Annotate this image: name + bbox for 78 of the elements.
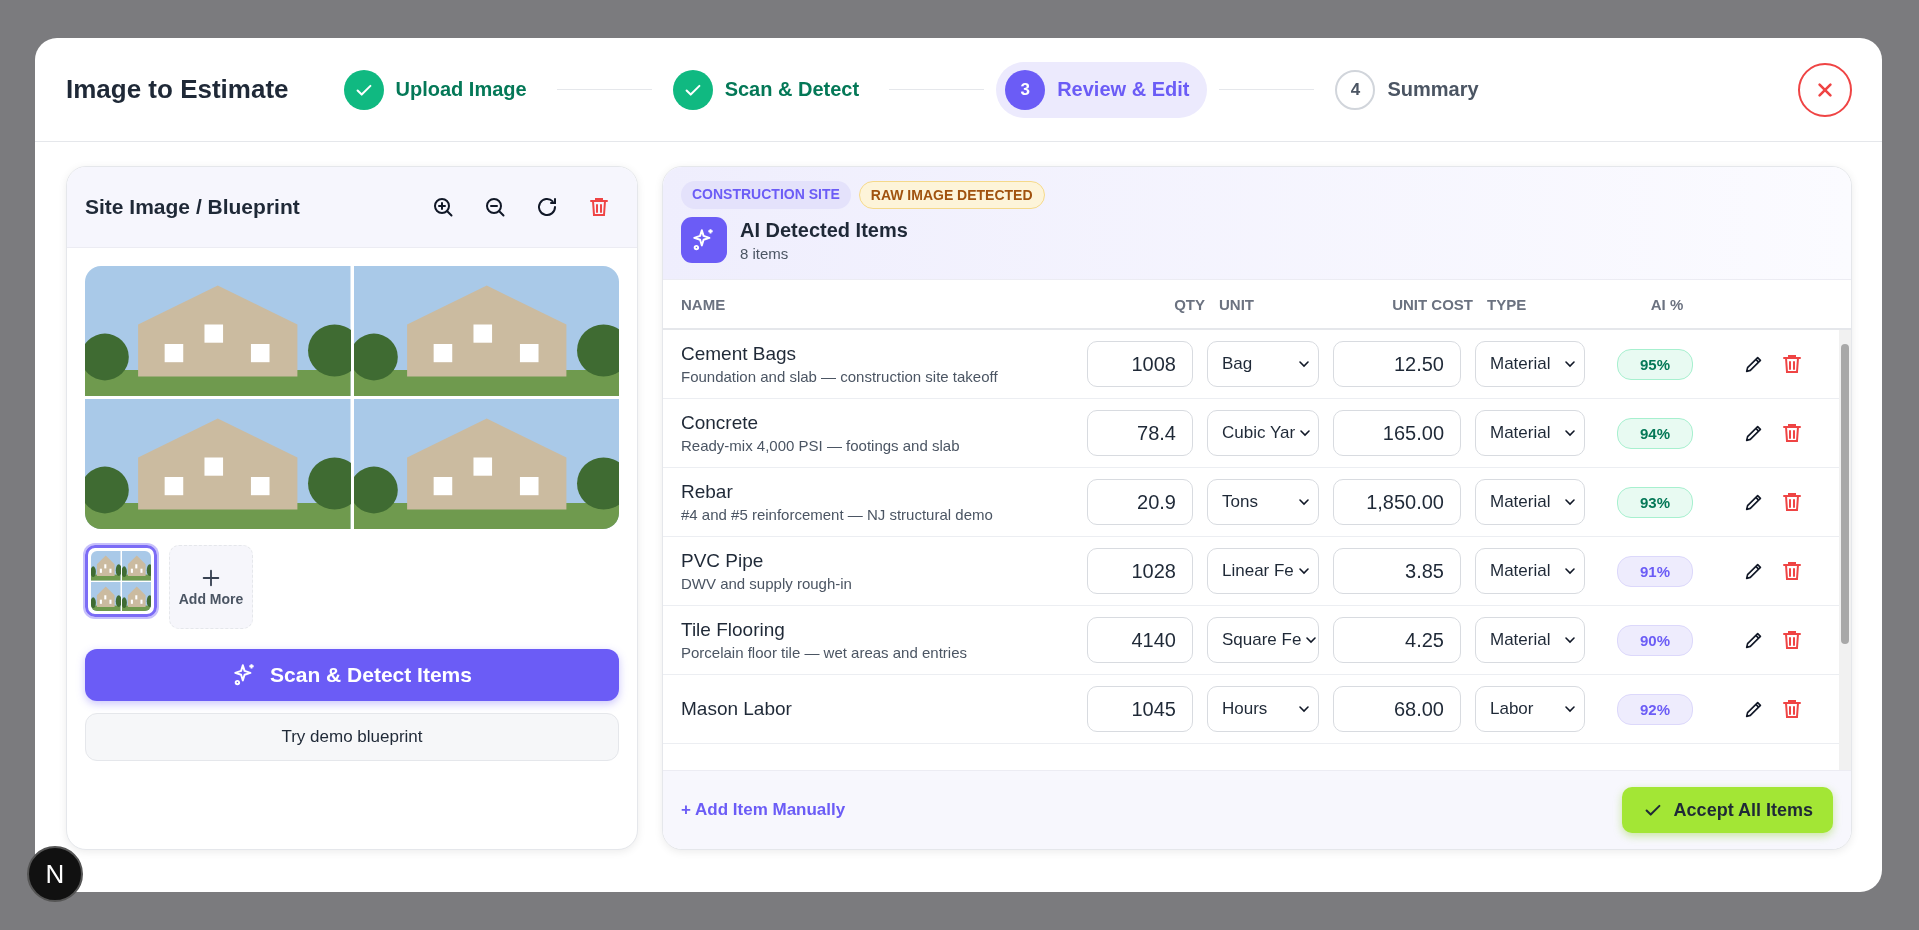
close-icon[interactable] — [1798, 62, 1852, 117]
item-description: #4 and #5 reinforcement — NJ structural demo — [681, 506, 994, 523]
delete-icon[interactable] — [1780, 421, 1804, 445]
step-tab[interactable]: 3 Review & Edit — [996, 61, 1208, 118]
item-name: Concrete — [681, 412, 760, 434]
qty-field[interactable]: 4140 — [1087, 617, 1193, 663]
unit-cost-field[interactable]: 68.00 — [1333, 686, 1461, 732]
qty-field[interactable]: 1008 — [1087, 341, 1193, 387]
panel-title: AI Detected Items — [740, 218, 908, 242]
add-more-button[interactable]: Add More — [169, 545, 253, 629]
unit-dropdown[interactable]: Square Fe — [1207, 617, 1319, 663]
panel-title: Site Image / Blueprint — [85, 195, 300, 219]
unit-cost-field[interactable]: 12.50 — [1333, 341, 1461, 387]
column-header: QTY — [1173, 295, 1205, 313]
item-name: Tile Flooring — [681, 619, 786, 641]
tag-badge: RAW IMAGE DETECTED — [858, 181, 1045, 209]
confidence-badge: 93% — [1617, 486, 1693, 518]
image-thumbnail[interactable] — [85, 545, 157, 617]
column-header: AI % — [1649, 295, 1685, 313]
sparkle-icon — [681, 217, 727, 263]
delete-icon[interactable] — [1780, 352, 1804, 376]
unit-dropdown[interactable]: Cubic Yar — [1207, 410, 1319, 456]
dev-badge[interactable]: N — [27, 846, 83, 902]
delete-icon[interactable] — [1780, 697, 1804, 721]
step-tab[interactable]: 4 Summary — [1326, 61, 1497, 118]
unit-dropdown[interactable]: Linear Fe — [1207, 548, 1319, 594]
type-dropdown[interactable]: Material — [1475, 479, 1585, 525]
accept-all-button[interactable]: Accept All Items — [1621, 787, 1833, 833]
dialog-title: Image to Estimate — [66, 74, 289, 105]
item-description: Ready-mix 4,000 PSI — footings and slab — [681, 437, 961, 454]
type-dropdown[interactable]: Material — [1475, 341, 1585, 387]
step-number: 3 — [1005, 69, 1046, 110]
qty-field[interactable]: 78.4 — [1087, 410, 1193, 456]
plus-icon — [200, 567, 222, 589]
item-description: DWV and supply rough-in — [681, 575, 853, 592]
column-header: UNIT — [1219, 295, 1255, 313]
scan-button[interactable]: Scan & Detect Items — [85, 649, 619, 701]
confidence-badge: 90% — [1617, 624, 1693, 656]
qty-field[interactable]: 1028 — [1087, 548, 1193, 594]
type-dropdown[interactable]: Material — [1475, 548, 1585, 594]
column-header: UNIT COST — [1391, 295, 1473, 313]
unit-cost-field[interactable]: 4.25 — [1333, 617, 1461, 663]
type-dropdown[interactable]: Labor — [1475, 686, 1585, 732]
delete-icon[interactable] — [1780, 628, 1804, 652]
item-name: Cement Bags — [681, 343, 798, 365]
item-description: Foundation and slab — construction site takeoff — [681, 368, 999, 385]
unit-cost-field[interactable]: 1,850.00 — [1333, 479, 1461, 525]
step-tab[interactable]: Scan & Detect — [663, 61, 878, 118]
type-dropdown[interactable]: Material — [1475, 410, 1585, 456]
qty-field[interactable]: 20.9 — [1087, 479, 1193, 525]
column-header: TYPE — [1487, 295, 1528, 313]
confidence-badge: 94% — [1617, 417, 1693, 449]
item-name: Mason Labor — [681, 698, 793, 720]
demo-button[interactable]: Try demo blueprint — [85, 713, 619, 761]
tag-badge: CONSTRUCTION SITE — [681, 181, 851, 209]
item-name: Rebar — [681, 481, 734, 503]
unit-dropdown[interactable]: Bag — [1207, 341, 1319, 387]
add-item-link[interactable]: + Add Item Manually — [681, 800, 846, 820]
delete-icon[interactable] — [1780, 559, 1804, 583]
unit-cost-field[interactable]: 3.85 — [1333, 548, 1461, 594]
unit-dropdown[interactable]: Hours — [1207, 686, 1319, 732]
unit-dropdown[interactable]: Tons — [1207, 479, 1319, 525]
item-description: Porcelain floor tile — wet areas and entries — [681, 644, 968, 661]
check-icon — [343, 69, 384, 110]
step-number: 4 — [1335, 69, 1376, 110]
confidence-badge: 95% — [1617, 348, 1693, 380]
confidence-badge: 91% — [1617, 555, 1693, 587]
confidence-badge: 92% — [1617, 693, 1693, 725]
item-name: PVC Pipe — [681, 550, 765, 572]
delete-icon[interactable] — [1780, 490, 1804, 514]
scrollbar[interactable] — [1839, 330, 1851, 770]
column-header: NAME — [681, 295, 727, 313]
qty-field[interactable]: 1045 — [1087, 686, 1193, 732]
type-dropdown[interactable]: Material — [1475, 617, 1585, 663]
unit-cost-field[interactable]: 165.00 — [1333, 410, 1461, 456]
check-icon — [672, 69, 713, 110]
step-tab[interactable]: Upload Image — [334, 61, 545, 118]
item-count: 8 items — [740, 244, 790, 262]
